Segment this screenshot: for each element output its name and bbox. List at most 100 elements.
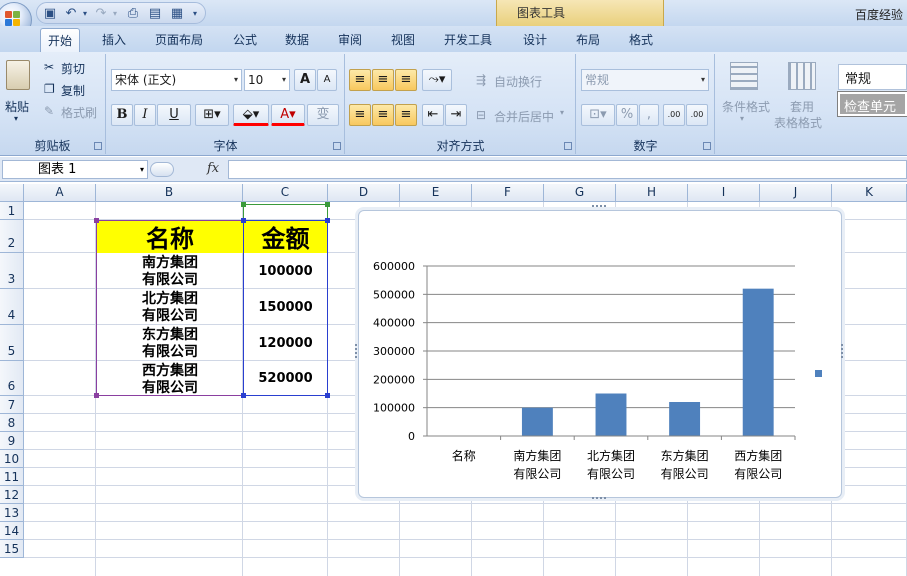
tab-page-layout[interactable]: 页面布局	[155, 31, 203, 48]
font-name-select[interactable]: 宋体 (正文) ▾	[111, 69, 242, 91]
format-painter-button[interactable]: 格式刷	[61, 104, 97, 121]
underline-button[interactable]: U	[157, 104, 191, 126]
align-bottom-icon[interactable]: ≡	[395, 69, 417, 91]
row-header-6[interactable]: 6	[0, 361, 24, 396]
bold-button[interactable]: B	[111, 104, 133, 126]
align-left-icon[interactable]: ≡	[349, 104, 371, 126]
chart-resize-handle[interactable]	[592, 497, 606, 501]
range-handle[interactable]	[325, 202, 330, 207]
alignment-dialog-launcher[interactable]	[564, 142, 572, 150]
tab-layout[interactable]: 布局	[576, 31, 600, 48]
column-header-j[interactable]: J	[760, 184, 832, 202]
row-header-14[interactable]: 14	[0, 522, 24, 540]
range-handle[interactable]	[241, 202, 246, 207]
align-top-icon[interactable]: ≡	[349, 69, 371, 91]
row-header-1[interactable]: 1	[0, 202, 24, 220]
row-header-5[interactable]: 5	[0, 325, 24, 361]
tab-data[interactable]: 数据	[285, 31, 309, 48]
borders-icon[interactable]: ⊞▾	[195, 104, 229, 126]
clipboard-dialog-launcher[interactable]	[94, 142, 102, 150]
legend-marker[interactable]	[815, 370, 822, 377]
row-header-11[interactable]: 11	[0, 468, 24, 486]
align-middle-icon[interactable]: ≡	[372, 69, 394, 91]
shrink-font-button[interactable]: A	[317, 69, 337, 91]
wrap-text-icon[interactable]: ⇶	[476, 73, 486, 87]
tab-view[interactable]: 视图	[391, 31, 415, 48]
undo-dropdown-icon[interactable]: ▾	[77, 6, 93, 22]
number-dialog-launcher[interactable]	[703, 142, 711, 150]
merge-center-icon[interactable]: ⊟	[476, 108, 486, 122]
column-header-c[interactable]: C	[243, 184, 328, 202]
decrease-indent-icon[interactable]: ⇤	[422, 104, 444, 126]
conditional-format-icon[interactable]	[730, 62, 758, 90]
merge-center-button[interactable]: 合并后居中	[494, 108, 554, 125]
redo-dropdown-icon[interactable]: ▾	[107, 6, 123, 22]
increase-decimal-button[interactable]: .00	[663, 104, 685, 126]
row-header-8[interactable]: 8	[0, 414, 24, 432]
chart-resize-handle[interactable]	[355, 344, 359, 358]
paste-icon[interactable]	[6, 60, 30, 90]
column-header-h[interactable]: H	[616, 184, 688, 202]
paste-dropdown-icon[interactable]: ▾	[14, 114, 18, 123]
row-header-15[interactable]: 15	[0, 540, 24, 558]
percent-button[interactable]: %	[616, 104, 638, 126]
paste-button[interactable]: 粘贴	[5, 98, 29, 115]
sheet-icon[interactable]: ▦	[169, 6, 185, 22]
font-color-icon[interactable]: A▾	[271, 104, 305, 126]
select-all-button[interactable]	[0, 184, 24, 202]
range-handle[interactable]	[94, 393, 99, 398]
formula-splitter-handle[interactable]	[150, 162, 174, 177]
tab-formulas[interactable]: 公式	[233, 31, 257, 48]
bar[interactable]	[669, 402, 701, 436]
save-icon[interactable]: ▣	[42, 6, 58, 22]
tab-design[interactable]: 设计	[523, 31, 547, 48]
tab-home[interactable]: 开始	[40, 28, 81, 53]
table-format-icon[interactable]	[788, 62, 816, 90]
customize-qat-icon[interactable]: ▾	[187, 6, 203, 22]
row-header-4[interactable]: 4	[0, 289, 24, 325]
column-header-e[interactable]: E	[400, 184, 472, 202]
column-header-b[interactable]: B	[96, 184, 243, 202]
insert-function-icon[interactable]: fx	[207, 161, 219, 176]
column-header-g[interactable]: G	[544, 184, 616, 202]
tab-developer[interactable]: 开发工具	[444, 31, 492, 48]
font-dialog-launcher[interactable]	[333, 142, 341, 150]
chart-resize-handle[interactable]	[841, 344, 845, 358]
accounting-format-icon[interactable]: ⊡▾	[581, 104, 615, 126]
row-header-2[interactable]: 2	[0, 220, 24, 253]
chart-resize-handle[interactable]	[592, 205, 606, 209]
range-handle[interactable]	[241, 218, 246, 223]
print-preview-icon[interactable]: ⎙	[125, 6, 141, 22]
format-painter-icon[interactable]: ✎	[44, 104, 54, 118]
tab-review[interactable]: 审阅	[338, 31, 362, 48]
conditional-dropdown-icon[interactable]: ▾	[740, 114, 744, 123]
range-handle[interactable]	[325, 393, 330, 398]
row-header-7[interactable]: 7	[0, 396, 24, 414]
tab-insert[interactable]: 插入	[102, 31, 126, 48]
wrap-text-button[interactable]: 自动换行	[494, 73, 542, 90]
align-right-icon[interactable]: ≡	[395, 104, 417, 126]
decrease-decimal-button[interactable]: .00	[686, 104, 708, 126]
cut-button[interactable]: 剪切	[61, 60, 85, 77]
column-header-k[interactable]: K	[832, 184, 907, 202]
fill-color-icon[interactable]: ⬙▾	[233, 104, 269, 126]
copy-icon[interactable]: ❐	[44, 82, 55, 96]
number-format-select[interactable]: 常规 ▾	[581, 69, 709, 91]
table-format-button[interactable]: 表格格式	[774, 114, 822, 131]
column-header-d[interactable]: D	[328, 184, 400, 202]
range-handle[interactable]	[94, 218, 99, 223]
column-header-i[interactable]: I	[688, 184, 760, 202]
orientation-icon[interactable]: ⤳▾	[422, 69, 452, 91]
conditional-format-button[interactable]: 条件格式	[722, 98, 770, 115]
align-center-icon[interactable]: ≡	[372, 104, 394, 126]
row-header-10[interactable]: 10	[0, 450, 24, 468]
bar[interactable]	[742, 288, 774, 436]
style-check-cell[interactable]: 检查单元	[837, 91, 907, 117]
italic-button[interactable]: I	[134, 104, 156, 126]
row-header-13[interactable]: 13	[0, 504, 24, 522]
grow-font-button[interactable]: A	[294, 69, 316, 91]
tab-format[interactable]: 格式	[629, 31, 653, 48]
comma-button[interactable]: ,	[639, 104, 659, 126]
column-chart[interactable]: 0 100000 200000 300000 400000 500000 600000 名称 南…	[358, 210, 842, 498]
cut-icon[interactable]: ✂	[44, 60, 54, 74]
